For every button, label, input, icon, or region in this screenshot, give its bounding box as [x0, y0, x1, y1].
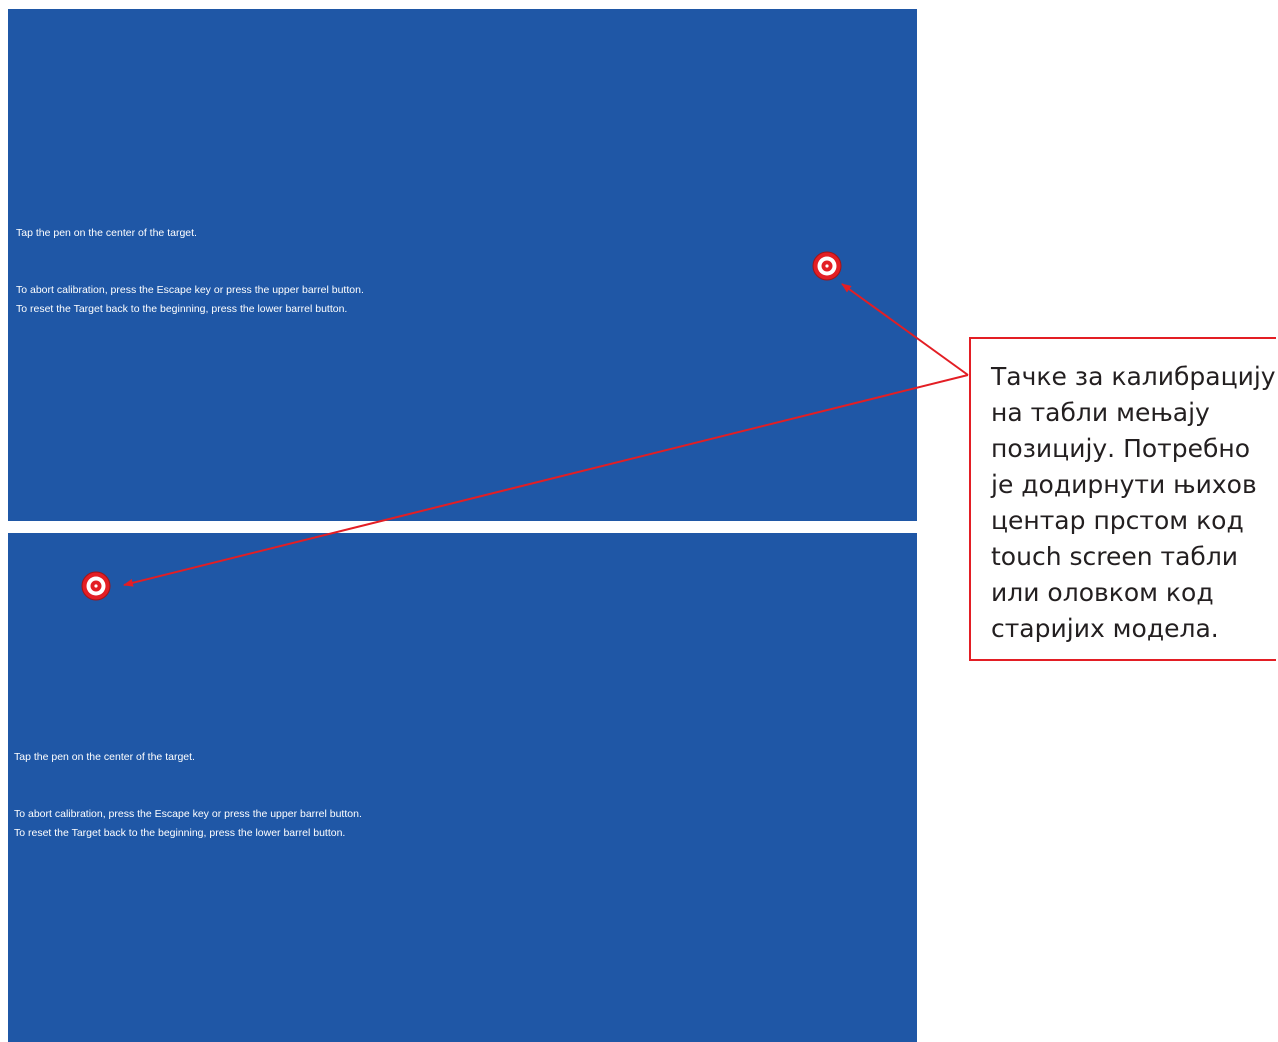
instruction-tap: Tap the pen on the center of the target. — [14, 751, 195, 763]
calibration-screen-bottom: Tap the pen on the center of the target.… — [8, 533, 917, 1042]
instruction-abort: To abort calibration, press the Escape k… — [14, 808, 362, 820]
instruction-tap: Tap the pen on the center of the target. — [16, 227, 197, 239]
calibration-screen-top: Tap the pen on the center of the target.… — [8, 9, 917, 521]
callout-box: Тачке за калибрацију на табли мењају поз… — [969, 337, 1276, 661]
calibration-target-icon[interactable] — [81, 571, 111, 601]
callout-text: Тачке за калибрацију на табли мењају поз… — [991, 362, 1276, 643]
instruction-abort: To abort calibration, press the Escape k… — [16, 284, 364, 296]
calibration-target-icon[interactable] — [812, 251, 842, 281]
instruction-reset: To reset the Target back to the beginnin… — [14, 827, 346, 839]
instruction-reset: To reset the Target back to the beginnin… — [16, 303, 348, 315]
